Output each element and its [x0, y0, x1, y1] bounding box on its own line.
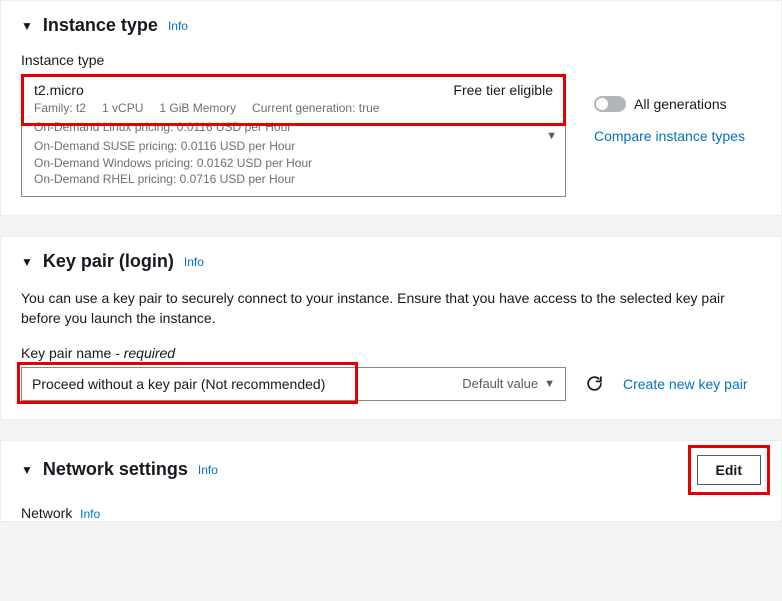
edit-button[interactable]: Edit [697, 455, 761, 485]
all-generations-label: All generations [634, 96, 727, 112]
caret-down-icon: ▼ [544, 378, 555, 390]
create-new-key-pair-link[interactable]: Create new key pair [623, 376, 748, 392]
network-label: Network [21, 505, 72, 521]
pricing-suse: On-Demand SUSE pricing: 0.0116 USD per H… [34, 138, 553, 155]
pricing-linux: On-Demand Linux pricing: 0.0116 USD per … [34, 119, 553, 136]
caret-down-icon: ▼ [21, 255, 33, 269]
network-settings-header[interactable]: ▼ Network settings Info [21, 459, 218, 480]
instance-type-info-link[interactable]: Info [168, 19, 188, 33]
key-pair-default-label: Default value [462, 376, 538, 391]
network-settings-title: Network settings [43, 459, 188, 480]
instance-type-title: Instance type [43, 15, 158, 36]
key-pair-header[interactable]: ▼ Key pair (login) Info [1, 237, 781, 282]
network-settings-info-link[interactable]: Info [198, 463, 218, 477]
refresh-icon[interactable] [586, 375, 603, 392]
instance-type-field-label: Instance type [21, 52, 761, 68]
instance-type-select[interactable]: ▼ t2.micro Free tier eligible Family: t2… [21, 74, 566, 197]
key-pair-selected-value: Proceed without a key pair (Not recommen… [32, 376, 325, 392]
key-pair-info-link[interactable]: Info [184, 255, 204, 269]
caret-down-icon: ▼ [21, 463, 33, 477]
pricing-windows: On-Demand Windows pricing: 0.0162 USD pe… [34, 155, 553, 172]
key-pair-title: Key pair (login) [43, 251, 174, 272]
compare-instance-types-link[interactable]: Compare instance types [594, 128, 745, 144]
instance-memory: 1 GiB Memory [159, 101, 236, 115]
instance-type-header[interactable]: ▼ Instance type Info [1, 1, 781, 46]
instance-generation: Current generation: true [252, 101, 379, 115]
free-tier-badge: Free tier eligible [453, 82, 553, 98]
instance-type-name: t2.micro [34, 82, 84, 98]
network-info-link[interactable]: Info [80, 507, 100, 521]
instance-family: Family: t2 [34, 101, 86, 115]
all-generations-toggle[interactable] [594, 96, 626, 112]
key-pair-select[interactable]: Proceed without a key pair (Not recommen… [21, 367, 566, 401]
instance-vcpu: 1 vCPU [102, 101, 143, 115]
key-pair-description: You can use a key pair to securely conne… [21, 288, 761, 329]
key-pair-name-label: Key pair name - required [21, 345, 761, 361]
pricing-rhel: On-Demand RHEL pricing: 0.0716 USD per H… [34, 171, 553, 188]
caret-down-icon: ▼ [21, 19, 33, 33]
